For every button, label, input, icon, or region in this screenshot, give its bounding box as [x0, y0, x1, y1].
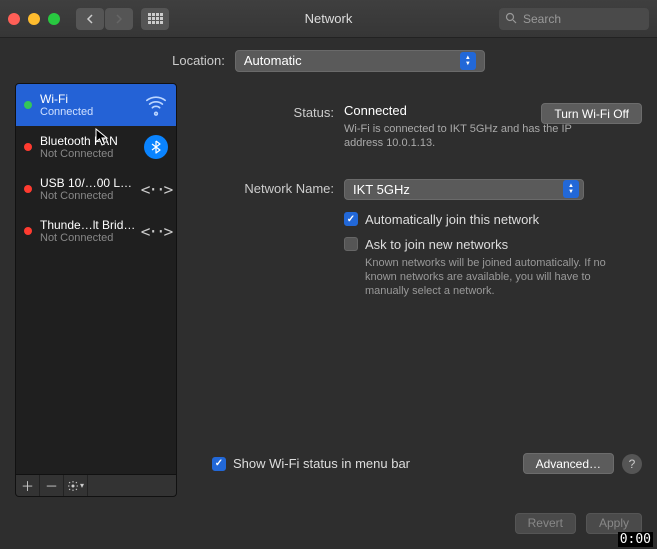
location-label: Location:	[172, 53, 225, 68]
service-name: Thunde…lt Bridge	[40, 218, 136, 232]
auto-join-checkbox[interactable]	[344, 212, 358, 226]
location-value: Automatic	[244, 53, 302, 68]
window-footer: Revert Apply	[0, 497, 657, 549]
content-area: Wi-Fi Connected Bluetooth PAN Not Connec…	[0, 83, 657, 497]
service-bluetooth-pan[interactable]: Bluetooth PAN Not Connected	[16, 126, 176, 168]
chevron-right-icon	[115, 14, 123, 24]
status-dot-icon	[24, 227, 32, 235]
service-text: Thunde…lt Bridge Not Connected	[40, 218, 136, 244]
back-button[interactable]	[76, 8, 104, 30]
help-button[interactable]: ?	[622, 454, 642, 474]
titlebar: Network	[0, 0, 657, 38]
auto-join-label: Automatically join this network	[365, 212, 539, 227]
search-input[interactable]	[499, 8, 649, 30]
sidebar-wrap: Wi-Fi Connected Bluetooth PAN Not Connec…	[15, 83, 177, 497]
minimize-button[interactable]	[28, 13, 40, 25]
status-dot-icon	[24, 143, 32, 151]
gear-icon	[67, 480, 79, 492]
network-name-body: IKT 5GHz ▲▼	[344, 179, 642, 200]
service-wifi[interactable]: Wi-Fi Connected	[16, 84, 176, 126]
network-name-label: Network Name:	[192, 179, 344, 200]
show-all-button[interactable]	[141, 8, 169, 30]
window-title: Network	[305, 11, 353, 26]
service-list: Wi-Fi Connected Bluetooth PAN Not Connec…	[15, 83, 177, 475]
wifi-icon	[144, 93, 168, 117]
service-status: Connected	[40, 106, 136, 118]
service-name: Bluetooth PAN	[40, 134, 136, 148]
location-row: Location: Automatic ▲▼	[0, 38, 657, 83]
advanced-button[interactable]: Advanced…	[523, 453, 614, 474]
add-service-button[interactable]: ＋	[16, 475, 40, 496]
ethernet-icon: <··>	[144, 177, 168, 201]
select-arrows-icon: ▲▼	[460, 52, 476, 70]
bluetooth-icon	[144, 135, 168, 159]
service-status: Not Connected	[40, 190, 136, 202]
show-menu-checkbox[interactable]	[212, 457, 226, 471]
service-text: Wi-Fi Connected	[40, 92, 136, 118]
service-action-menu[interactable]	[64, 475, 88, 496]
traffic-lights	[8, 13, 60, 25]
revert-button[interactable]: Revert	[515, 513, 576, 534]
nav-group	[76, 8, 133, 30]
detail-panel: Turn Wi-Fi Off Status: Connected Wi-Fi i…	[192, 83, 642, 497]
network-prefs-window: Network Location: Automatic ▲▼ Wi-Fi Con…	[0, 0, 657, 549]
apply-button[interactable]: Apply	[586, 513, 642, 534]
remove-service-button[interactable]: －	[40, 475, 64, 496]
service-usb-lan[interactable]: USB 10/…00 LAN Not Connected <··>	[16, 168, 176, 210]
service-text: Bluetooth PAN Not Connected	[40, 134, 136, 160]
panel-footer: Show Wi-Fi status in menu bar Advanced… …	[192, 453, 642, 474]
network-name-row: Network Name: IKT 5GHz ▲▼	[192, 179, 642, 200]
service-status: Not Connected	[40, 148, 136, 160]
grid-icon	[148, 13, 163, 24]
ask-join-checkbox[interactable]	[344, 237, 358, 251]
auto-join-row: Automatically join this network	[344, 212, 642, 227]
turn-wifi-off-button[interactable]: Turn Wi-Fi Off	[541, 103, 642, 124]
search-icon	[505, 12, 517, 27]
select-arrows-icon: ▲▼	[563, 180, 579, 198]
ask-join-row: Ask to join new networks	[344, 237, 642, 252]
ask-join-description: Known networks will be joined automatica…	[365, 256, 611, 299]
network-name-select[interactable]: IKT 5GHz ▲▼	[344, 179, 584, 200]
close-button[interactable]	[8, 13, 20, 25]
status-label: Status:	[192, 103, 344, 151]
location-select[interactable]: Automatic ▲▼	[235, 50, 485, 72]
chevron-left-icon	[86, 14, 94, 24]
timestamp: 0:00	[618, 532, 653, 547]
service-thunderbolt-bridge[interactable]: Thunde…lt Bridge Not Connected <··>	[16, 210, 176, 252]
status-dot-icon	[24, 101, 32, 109]
status-description: Wi-Fi is connected to IKT 5GHz and has t…	[344, 122, 594, 151]
ethernet-icon: <··>	[144, 219, 168, 243]
status-dot-icon	[24, 185, 32, 193]
service-name: Wi-Fi	[40, 92, 136, 106]
network-name-value: IKT 5GHz	[353, 182, 410, 197]
show-menu-label: Show Wi-Fi status in menu bar	[233, 456, 410, 471]
forward-button[interactable]	[105, 8, 133, 30]
service-name: USB 10/…00 LAN	[40, 176, 136, 190]
zoom-button[interactable]	[48, 13, 60, 25]
service-text: USB 10/…00 LAN Not Connected	[40, 176, 136, 202]
sidebar-footer: ＋ －	[15, 475, 177, 497]
search-wrap	[499, 8, 649, 30]
service-status: Not Connected	[40, 232, 136, 244]
ask-join-label: Ask to join new networks	[365, 237, 508, 252]
